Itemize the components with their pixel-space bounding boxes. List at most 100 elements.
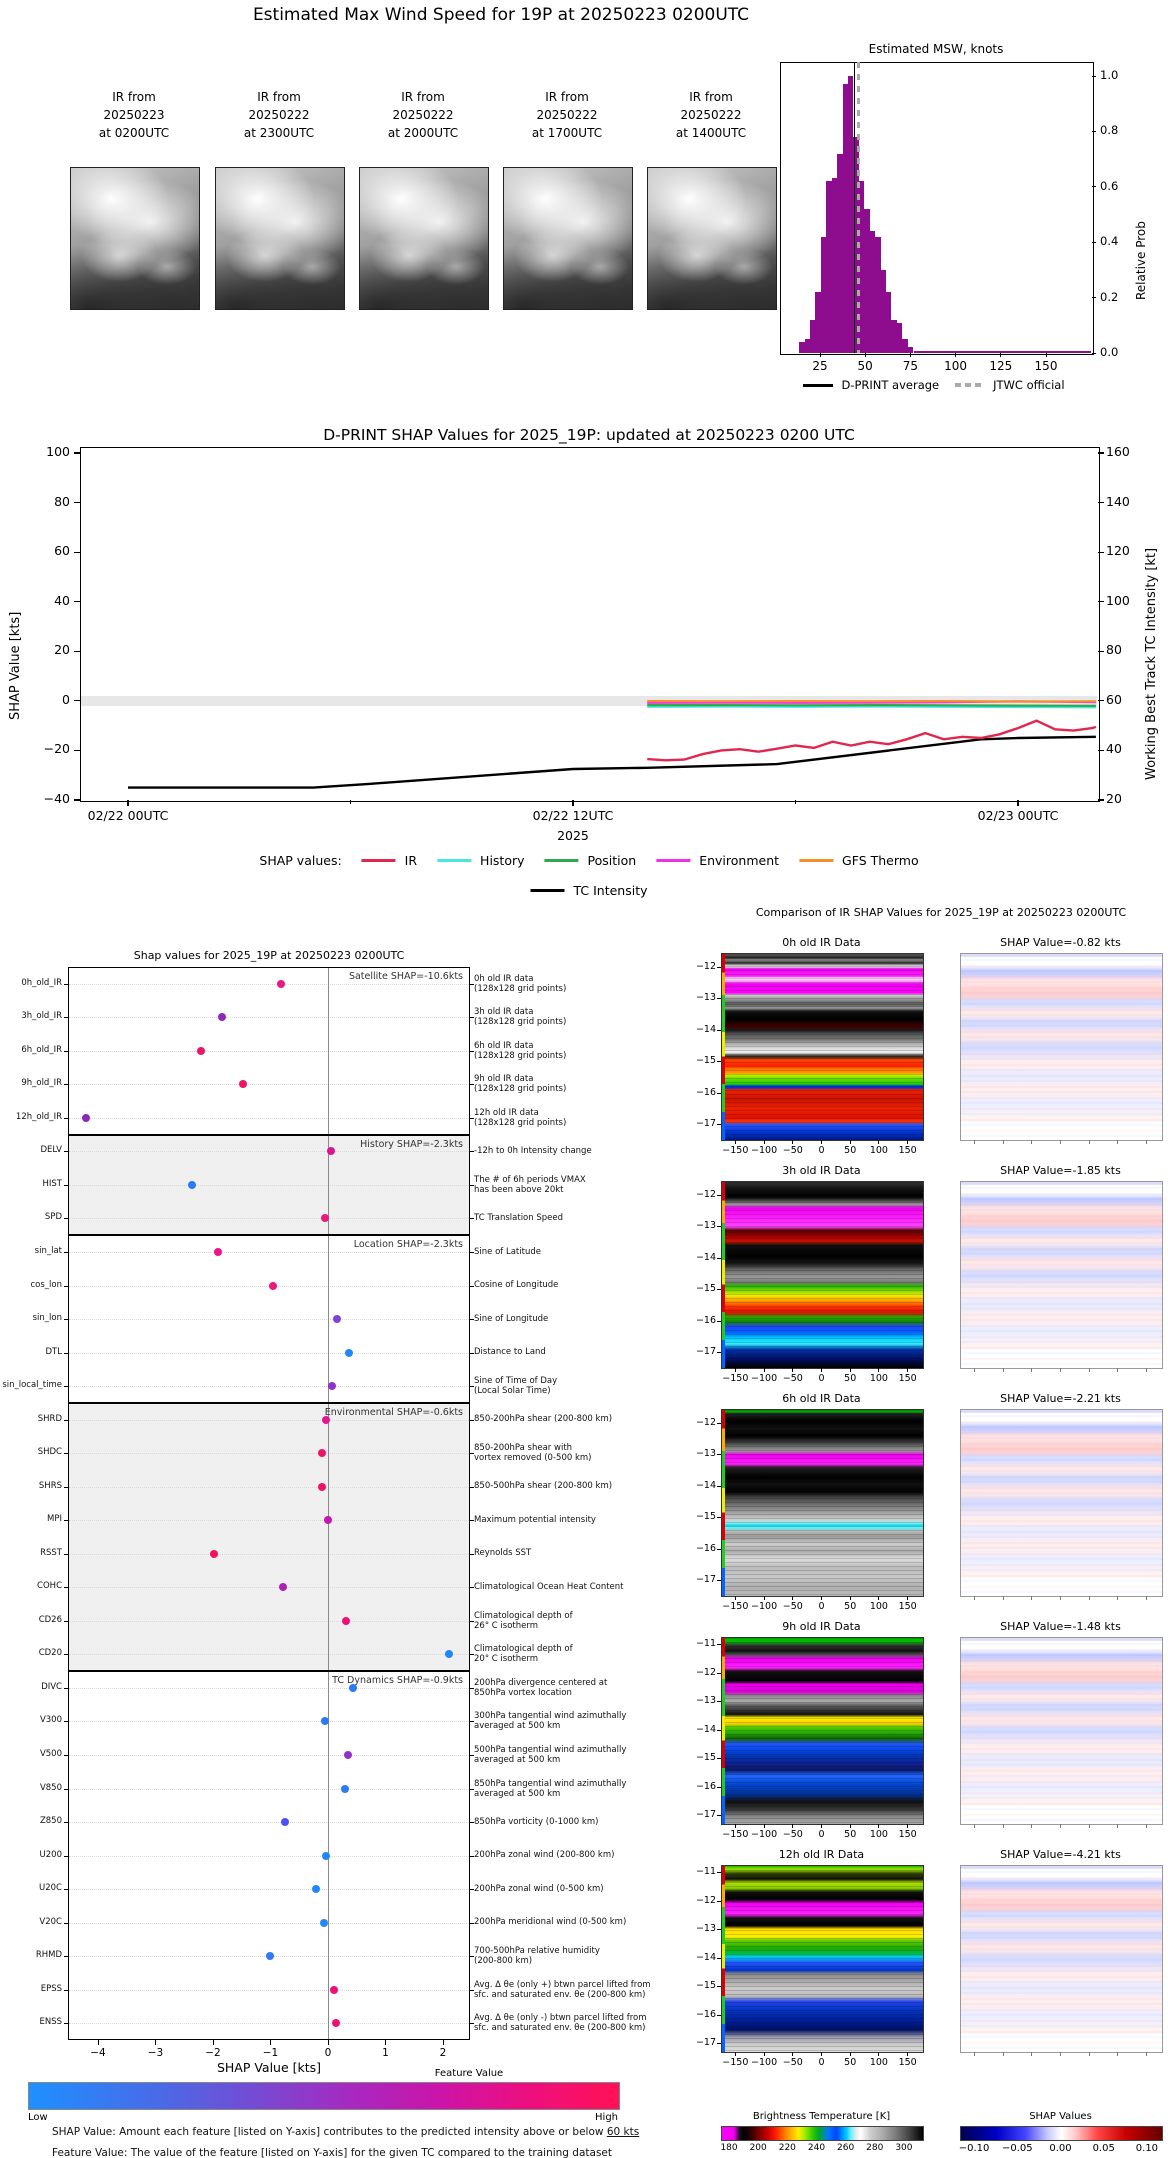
page-title: Estimated Max Wind Speed for 19P at 2025…: [252, 5, 750, 25]
ir-thumbnail-label: IR from 20250222 at 2300UTC: [243, 90, 315, 140]
dotplot-feature-description: Sine of Longitude: [474, 1313, 549, 1324]
panel-x-tick: [907, 1824, 909, 1828]
dotplot-left-tick: [64, 1956, 68, 1958]
dotplot-gridline: [69, 1553, 469, 1555]
panel-y-tick-label: −17: [695, 1346, 716, 1358]
hist-legend-item: D-PRINT average: [803, 378, 939, 392]
shap-dot: [348, 1683, 357, 1692]
panel-x-tick: [878, 1140, 880, 1144]
dotplot-gridline: [69, 1151, 469, 1153]
dotplot-feature-label: V500: [39, 1748, 62, 1759]
hist-x-tick: [819, 353, 821, 357]
dotplot-x-tick-label: −3: [147, 2047, 164, 2059]
dotplot-section-divider: [68, 1133, 470, 1136]
panel-x-tick: [907, 1140, 909, 1144]
hist-x-tick-label: 150: [1034, 359, 1058, 373]
hist-x-tick-label: 50: [857, 359, 873, 373]
colorbar-high-label: High: [595, 2112, 618, 2123]
dotplot-feature-description: Avg. Δ θe (only -) btwn parcel lifted fr…: [474, 2013, 647, 2034]
shap-dot: [311, 1885, 320, 1894]
panel-y-tick: [717, 1644, 721, 1646]
shap-values-colorbar: [960, 2126, 1163, 2141]
dotplot-feature-description: The # of 6h periods VMAX has been above …: [474, 1174, 586, 1195]
comparison-title: Comparison of IR SHAP Values for 2025_19…: [755, 906, 1127, 919]
ts-right-tick: [1098, 551, 1104, 553]
panel-x-tick: [878, 1368, 880, 1372]
panel-y-tick: [717, 966, 721, 968]
shap-dot: [329, 1985, 338, 1994]
dotplot-feature-label: V20C: [39, 1916, 62, 1927]
brightness-temperature-colorbar: [721, 2126, 924, 2141]
dotplot-feature-label: U20C: [39, 1883, 62, 1894]
dotplot-feature-label: DIVC: [41, 1681, 62, 1692]
timeseries-legend-label: IR: [404, 853, 418, 868]
panel-y-tick: [717, 1929, 721, 1931]
ts-left-tick: [74, 452, 80, 454]
shap-panel-x-tick: [1117, 1368, 1119, 1372]
shap-panel-x-tick: [1060, 1824, 1061, 1828]
shap-panel-x-tick: [1031, 1596, 1033, 1600]
shap-panel-x-tick: [1146, 1596, 1148, 1600]
dotplot-gridline: [69, 1352, 469, 1354]
hist-x-tick-label: 125: [989, 359, 1013, 373]
dotplot-left-tick: [64, 1352, 68, 1354]
dotplot-left-tick: [64, 1587, 68, 1589]
panel-y-tick-label: −17: [695, 2037, 716, 2049]
timeseries-legend-item: IR: [361, 853, 418, 868]
panel-y-tick-label: −16: [695, 1780, 716, 1792]
panel-y-tick-label: −13: [695, 1923, 716, 1935]
dotplot-gridline: [69, 1687, 469, 1689]
dotplot-feature-description: Cosine of Longitude: [474, 1280, 559, 1291]
hist-y-tick: [1092, 297, 1096, 299]
shap-dot: [278, 1583, 287, 1592]
panel-x-tick: [734, 1596, 736, 1600]
ir-panel-title: 12h old IR Data: [778, 1848, 865, 1861]
timeseries-legend-label: TC Intensity: [573, 883, 648, 898]
brightness-colorbar-tick-label: 180: [720, 2143, 738, 2153]
brightness-colorbar-title: Brightness Temperature [K]: [752, 2111, 891, 2122]
ts-minor-x-tick: [349, 800, 351, 804]
shap-colorbar-tick-label: 0.05: [1092, 2143, 1115, 2154]
panel-x-tick: [792, 1596, 794, 1600]
hist-x-tick: [955, 353, 957, 357]
dotplot-feature-label: Z850: [39, 1816, 62, 1827]
dotplot-feature-label: RHMD: [35, 1950, 62, 1961]
dotplot-gridline: [69, 1855, 469, 1857]
panel-x-tick: [792, 1368, 794, 1372]
shap-value-image: [960, 1181, 1163, 1369]
brightness-colorbar-tick-label: 260: [837, 2143, 855, 2153]
ts-right-tick-label: 160: [1106, 443, 1130, 459]
ts-right-tick-label: 40: [1106, 741, 1122, 757]
ts-right-tick-label: 60: [1106, 691, 1122, 707]
hist-y-axis-label: Relative Prob: [1134, 221, 1148, 300]
shap-colorbar-tick-label: 0.10: [1135, 2143, 1159, 2154]
dotplot-left-tick: [64, 1050, 68, 1052]
shap-panel-x-tick: [1060, 1596, 1061, 1600]
dotplot-feature-label: sin_local_time: [2, 1380, 62, 1391]
timeseries-legend-label: History: [480, 853, 525, 868]
shap-dot: [345, 1348, 354, 1357]
timeseries-legend-row: TC Intensity: [530, 883, 648, 898]
dotplot-feature-label: 6h_old_IR: [21, 1044, 62, 1055]
dotplot-feature-description: 9h old IR data (128x128 grid points): [474, 1074, 567, 1095]
dotplot-feature-description: 200hPa divergence centered at 850hPa vor…: [474, 1677, 608, 1698]
dotplot-gridline: [69, 1587, 469, 1589]
dotplot-left-tick: [64, 983, 68, 985]
dotplot-feature-description: 700-500hPa relative humidity (200-800 km…: [474, 1946, 600, 1967]
panel-x-tick: [849, 1368, 851, 1372]
dotplot-gridline: [69, 1084, 469, 1086]
shap-value-image: [960, 1409, 1163, 1597]
colorbar-low-label: Low: [28, 2112, 48, 2123]
panel-y-tick: [717, 1986, 721, 1988]
shap-panel-x-tick: [1031, 1368, 1033, 1372]
panel-x-tick: [849, 1596, 851, 1600]
dotplot-x-tick: [155, 2040, 156, 2045]
dotplot-left-tick: [64, 1687, 68, 1689]
dotplot-x-tick: [270, 2040, 271, 2045]
shap-value-note: SHAP Value: Amount each feature [listed …: [52, 2126, 639, 2138]
ts-left-tick-label: 40: [54, 592, 70, 608]
timeseries-legend-title: SHAP values:: [259, 853, 342, 868]
panel-y-tick-label: −14: [695, 1023, 716, 1035]
dotplot-section-header: Environmental SHAP=-0.6kts: [324, 1406, 463, 1418]
panel-y-tick: [717, 1729, 721, 1731]
